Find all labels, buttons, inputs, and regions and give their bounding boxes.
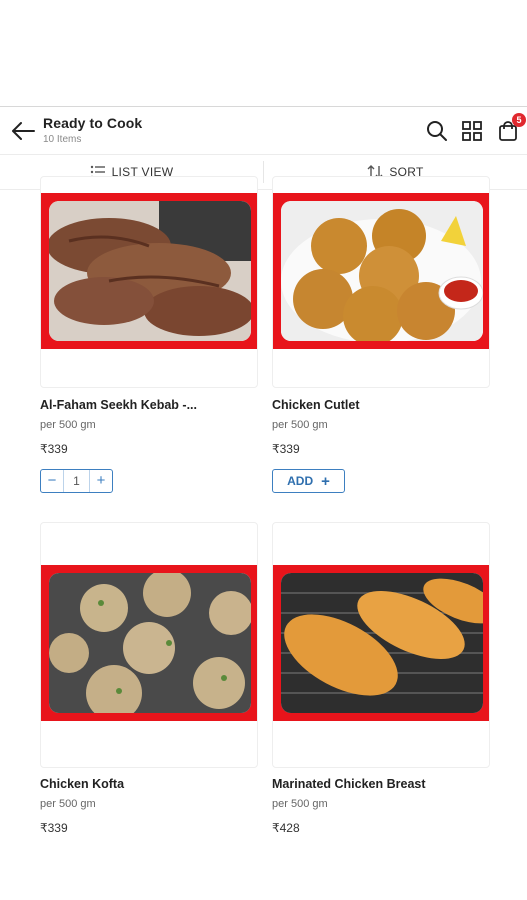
add-label: ADD xyxy=(287,474,314,488)
product-photo-kebab xyxy=(49,201,251,341)
product-weight: per 500 gm xyxy=(40,798,96,810)
product-price: ₹428 xyxy=(272,821,300,835)
product-image-card[interactable] xyxy=(40,176,258,388)
search-icon[interactable] xyxy=(426,120,448,142)
item-count: 10 Items xyxy=(43,134,82,145)
image-frame xyxy=(273,193,489,349)
product-weight: per 500 gm xyxy=(272,798,328,810)
product-price: ₹339 xyxy=(272,442,300,456)
add-to-cart-button[interactable]: ADD + xyxy=(272,469,345,493)
product-weight: per 500 gm xyxy=(40,419,96,431)
product-image-card[interactable] xyxy=(272,176,490,388)
product-image-card[interactable] xyxy=(40,522,258,768)
page-title: Ready to Cook xyxy=(43,115,143,131)
back-arrow-icon[interactable] xyxy=(10,119,36,143)
app-screen: Ready to Cook 10 Items 5 LIST VIEW SORT … xyxy=(0,0,527,900)
product-photo-kofta xyxy=(49,573,251,713)
product-image-card[interactable] xyxy=(272,522,490,768)
product-price: ₹339 xyxy=(40,821,68,835)
product-name[interactable]: Chicken Cutlet xyxy=(272,398,360,412)
status-area xyxy=(0,0,527,106)
cart-count-badge: 5 xyxy=(512,113,526,127)
product-weight: per 500 gm xyxy=(272,419,328,431)
header-titles: Ready to Cook 10 Items xyxy=(43,115,142,145)
product-photo-cutlet xyxy=(281,201,483,341)
image-frame xyxy=(41,193,257,349)
cart-button[interactable]: 5 xyxy=(497,113,526,142)
image-frame xyxy=(41,565,257,721)
product-name[interactable]: Marinated Chicken Breast xyxy=(272,777,426,791)
product-name[interactable]: Al-Faham Seekh Kebab -... xyxy=(40,398,197,412)
plus-icon: + xyxy=(321,472,330,490)
grid-view-icon[interactable] xyxy=(461,120,483,142)
product-price: ₹339 xyxy=(40,442,68,456)
quantity-value: 1 xyxy=(63,470,90,492)
image-frame xyxy=(273,565,489,721)
decrement-button[interactable]: − xyxy=(41,470,63,492)
product-photo-chicken-breast xyxy=(281,573,483,713)
product-name[interactable]: Chicken Kofta xyxy=(40,777,124,791)
app-header: Ready to Cook 10 Items 5 xyxy=(0,106,527,154)
increment-button[interactable]: + xyxy=(90,470,112,492)
quantity-stepper: − 1 + xyxy=(40,469,113,493)
